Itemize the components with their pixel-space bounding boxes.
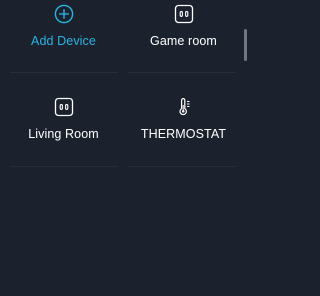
row-divider	[10, 166, 118, 167]
thermometer-icon	[174, 97, 194, 117]
add-device-tile[interactable]: Add Device	[8, 4, 119, 48]
row-divider	[128, 166, 236, 167]
device-tile-game-room[interactable]: Game room	[128, 4, 239, 48]
row-divider	[10, 72, 118, 73]
scrollbar[interactable]	[244, 29, 247, 61]
plus-circle-icon	[54, 4, 74, 24]
device-label-thermostat: THERMOSTAT	[140, 127, 227, 141]
smart-plug-icon	[54, 97, 74, 117]
device-label-game-room: Game room	[150, 34, 217, 48]
row-divider	[128, 72, 236, 73]
device-tile-living-room[interactable]: Living Room	[8, 97, 119, 141]
smart-plug-icon	[174, 4, 194, 24]
device-tile-thermostat[interactable]: THERMOSTAT	[128, 97, 239, 141]
device-label-living-room: Living Room	[28, 127, 99, 141]
add-device-label: Add Device	[31, 34, 96, 48]
devices-screen: Add Device Game room Living Room THERMOS…	[0, 0, 247, 296]
